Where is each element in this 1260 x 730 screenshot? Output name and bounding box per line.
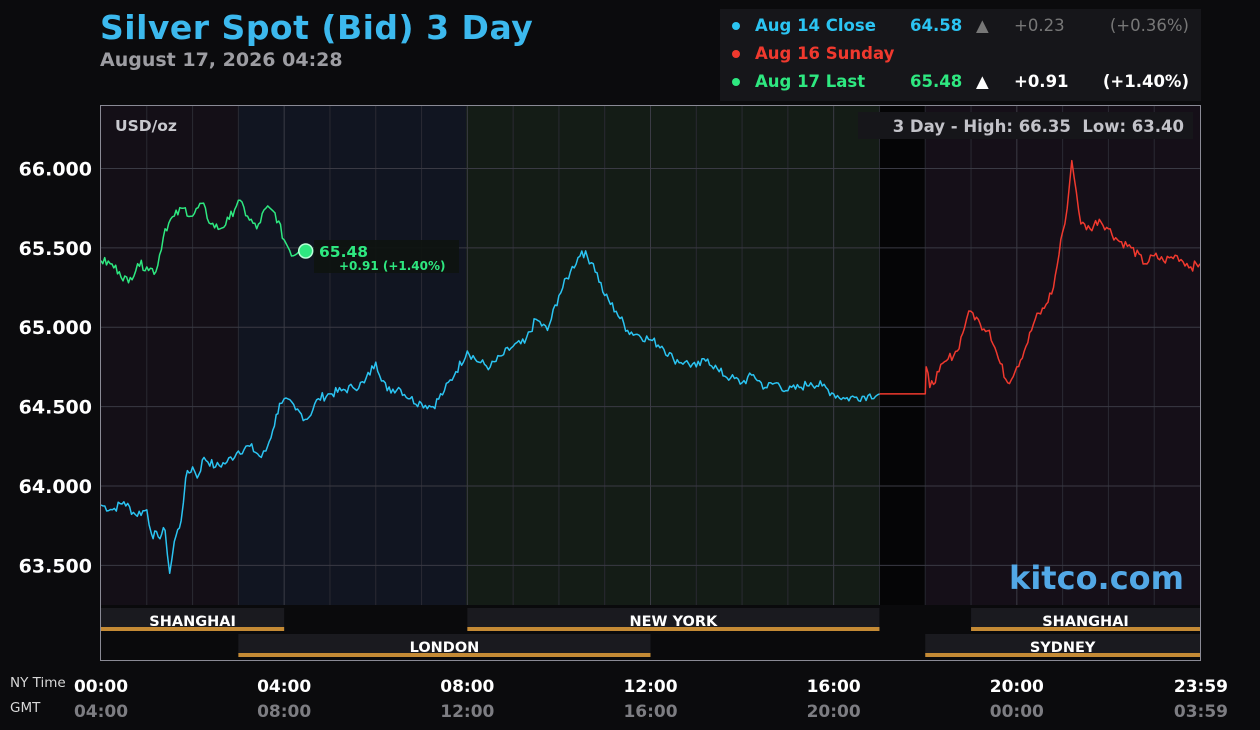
x-tick-label-ny: 12:00 xyxy=(623,677,677,697)
y-axis: 63.500 64.000 64.500 65.000 65.500 66.000 xyxy=(19,158,92,577)
y-tick-label: 64.500 xyxy=(19,397,92,419)
gmt-label: GMT xyxy=(10,700,41,716)
x-tick-label-gmt: 03:59 xyxy=(1174,702,1228,722)
session-label: SHANGHAI xyxy=(1042,614,1129,630)
session-label: LONDON xyxy=(410,640,480,656)
london-premarket-shade xyxy=(238,105,466,605)
last-price-marker: 65.48 +0.91 (+1.40%) xyxy=(297,240,459,273)
x-tick-label-ny: 23:59 xyxy=(1174,677,1228,697)
x-tick-label-ny: 00:00 xyxy=(74,677,128,697)
session-label: NEW YORK xyxy=(629,614,718,630)
newyork-session-shade xyxy=(466,105,880,605)
x-tick-label-gmt: 04:00 xyxy=(74,702,128,722)
y-tick-label: 65.000 xyxy=(19,317,92,339)
x-tick-label-ny: 16:00 xyxy=(807,677,861,697)
price-chart[interactable]: SHANGHAI NEW YORK SHANGHAI LONDON SYDNEY 63.… xyxy=(0,0,1260,730)
session-label: SHANGHAI xyxy=(149,614,236,630)
session-label: SYDNEY xyxy=(1030,640,1096,656)
y-tick-label: 66.000 xyxy=(19,158,92,180)
y-tick-label: 63.500 xyxy=(19,555,92,577)
x-tick-label-gmt: 12:00 xyxy=(440,702,494,722)
market-closed-shade xyxy=(880,105,926,605)
x-tick-label-gmt: 16:00 xyxy=(623,702,677,722)
x-tick-label-gmt: 00:00 xyxy=(990,702,1044,722)
x-axis: 00:00 04:00 04:00 08:00 08:00 12:00 12:00 16:00… xyxy=(74,677,1228,722)
x-tick-label-ny: 04:00 xyxy=(257,677,311,697)
x-tick-label-ny: 08:00 xyxy=(440,677,494,697)
y-tick-label: 65.500 xyxy=(19,238,92,260)
market-sessions: SHANGHAI NEW YORK SHANGHAI LONDON SYDNEY xyxy=(101,605,1200,661)
last-price-change: +0.91 (+1.40%) xyxy=(339,259,446,273)
x-tick-label-ny: 20:00 xyxy=(990,677,1044,697)
x-tick-label-gmt: 08:00 xyxy=(257,702,311,722)
last-price-dot xyxy=(297,243,314,259)
unit-label: USD/oz xyxy=(115,117,177,135)
x-tick-label-gmt: 20:00 xyxy=(807,702,861,722)
range-text: 3 Day - High: 66.35 Low: 63.40 xyxy=(893,117,1184,136)
ny-time-label: NY Time xyxy=(10,675,66,691)
y-tick-label: 64.000 xyxy=(19,476,92,498)
kitco-watermark: kitco.com xyxy=(1009,559,1184,597)
